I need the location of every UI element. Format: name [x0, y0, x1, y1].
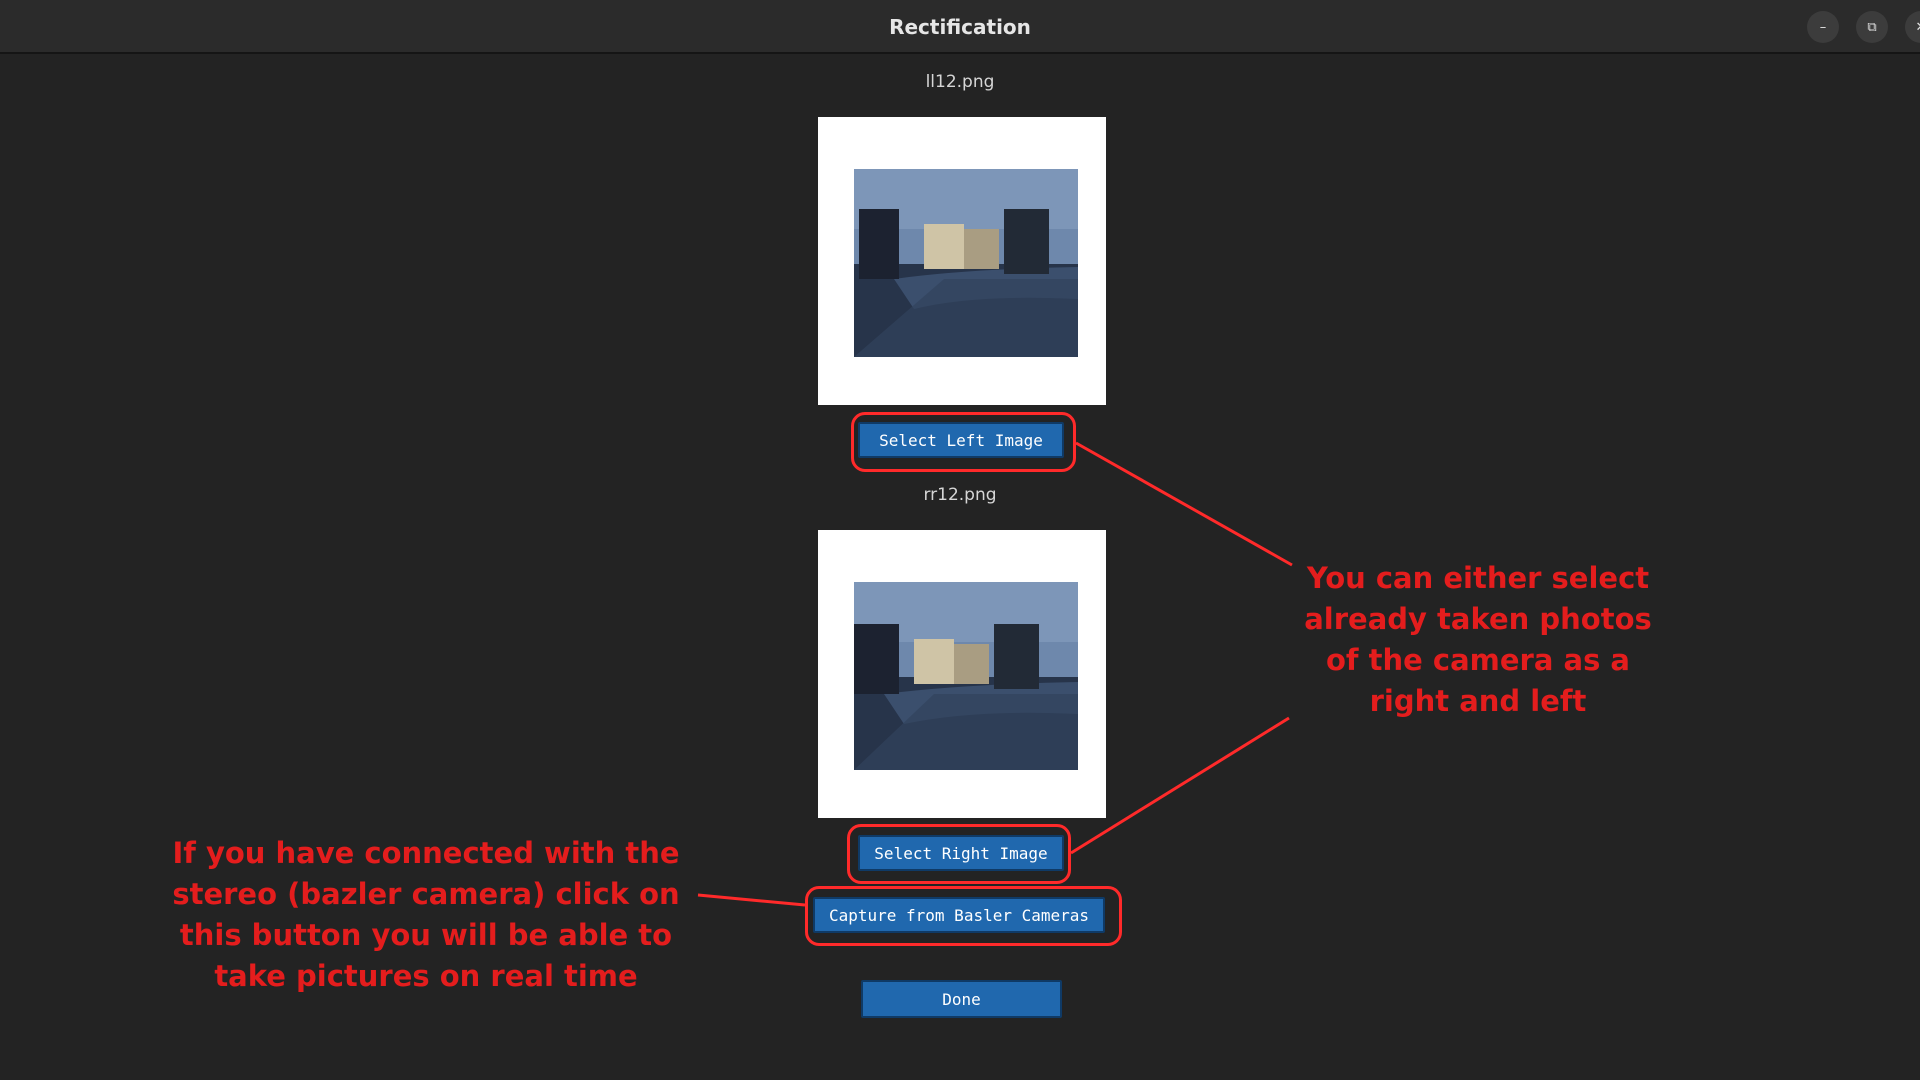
left-annotation: If you have connected with the stereo (b…: [172, 836, 680, 993]
annotation-line-right-button: [1070, 716, 1290, 855]
annotation-line-left-button: [1075, 441, 1293, 567]
annotation-line-capture-button: [697, 893, 806, 907]
right-annotation: You can either select already taken phot…: [1304, 561, 1652, 718]
